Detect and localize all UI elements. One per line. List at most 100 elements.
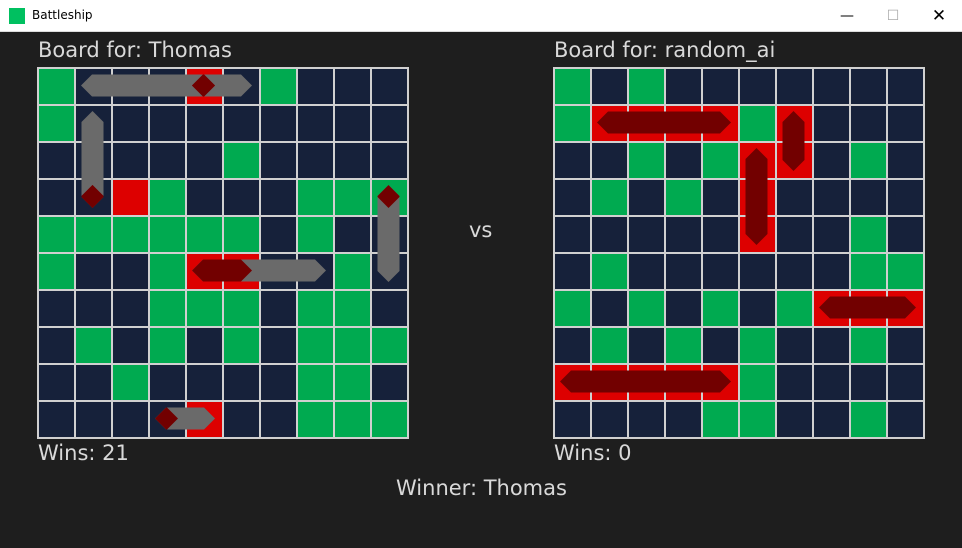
right-cell-9-8[interactable]: [849, 400, 886, 437]
right-cell-9-5[interactable]: [738, 400, 775, 437]
right-cell-0-9[interactable]: [886, 67, 923, 104]
right-cell-3-8[interactable]: [849, 178, 886, 215]
left-cell-0-9[interactable]: [370, 67, 407, 104]
right-cell-0-1[interactable]: [590, 67, 627, 104]
left-cell-6-5[interactable]: [222, 289, 259, 326]
left-cell-4-0[interactable]: [37, 215, 74, 252]
right-cell-4-1[interactable]: [590, 215, 627, 252]
right-cell-5-6[interactable]: [775, 252, 812, 289]
left-cell-5-8[interactable]: [333, 252, 370, 289]
right-cell-4-8[interactable]: [849, 215, 886, 252]
right-cell-1-8[interactable]: [849, 104, 886, 141]
right-cell-5-4[interactable]: [701, 252, 738, 289]
right-cell-6-3[interactable]: [664, 289, 701, 326]
left-cell-8-6[interactable]: [259, 363, 296, 400]
right-cell-5-0[interactable]: [553, 252, 590, 289]
right-cell-1-7[interactable]: [812, 104, 849, 141]
right-cell-3-7[interactable]: [812, 178, 849, 215]
right-cell-0-2[interactable]: [627, 67, 664, 104]
left-cell-8-9[interactable]: [370, 363, 407, 400]
left-cell-6-9[interactable]: [370, 289, 407, 326]
left-cell-4-6[interactable]: [259, 215, 296, 252]
right-cell-0-0[interactable]: [553, 67, 590, 104]
left-cell-0-7[interactable]: [296, 67, 333, 104]
left-cell-0-0[interactable]: [37, 67, 74, 104]
right-cell-8-9[interactable]: [886, 363, 923, 400]
right-cell-2-3[interactable]: [664, 141, 701, 178]
right-cell-9-0[interactable]: [553, 400, 590, 437]
right-cell-2-0[interactable]: [553, 141, 590, 178]
left-cell-8-8[interactable]: [333, 363, 370, 400]
left-cell-3-2[interactable]: [111, 178, 148, 215]
right-cell-3-4[interactable]: [701, 178, 738, 215]
right-cell-3-2[interactable]: [627, 178, 664, 215]
right-cell-9-3[interactable]: [664, 400, 701, 437]
right-cell-2-8[interactable]: [849, 141, 886, 178]
right-cell-9-4[interactable]: [701, 400, 738, 437]
left-cell-4-8[interactable]: [333, 215, 370, 252]
right-cell-9-9[interactable]: [886, 400, 923, 437]
right-cell-7-2[interactable]: [627, 326, 664, 363]
left-cell-7-0[interactable]: [37, 326, 74, 363]
right-cell-0-5[interactable]: [738, 67, 775, 104]
left-cell-4-2[interactable]: [111, 215, 148, 252]
left-cell-8-4[interactable]: [185, 363, 222, 400]
left-cell-0-8[interactable]: [333, 67, 370, 104]
right-cell-8-7[interactable]: [812, 363, 849, 400]
right-cell-7-5[interactable]: [738, 326, 775, 363]
right-cell-2-4[interactable]: [701, 141, 738, 178]
left-cell-9-8[interactable]: [333, 400, 370, 437]
left-cell-9-0[interactable]: [37, 400, 74, 437]
right-cell-6-2[interactable]: [627, 289, 664, 326]
left-cell-3-0[interactable]: [37, 178, 74, 215]
left-cell-6-4[interactable]: [185, 289, 222, 326]
right-cell-6-5[interactable]: [738, 289, 775, 326]
right-cell-9-1[interactable]: [590, 400, 627, 437]
left-cell-7-7[interactable]: [296, 326, 333, 363]
right-cell-0-8[interactable]: [849, 67, 886, 104]
left-cell-7-5[interactable]: [222, 326, 259, 363]
left-cell-9-6[interactable]: [259, 400, 296, 437]
right-cell-9-7[interactable]: [812, 400, 849, 437]
right-cell-5-2[interactable]: [627, 252, 664, 289]
left-board[interactable]: [37, 67, 409, 439]
left-cell-6-1[interactable]: [74, 289, 111, 326]
left-cell-4-1[interactable]: [74, 215, 111, 252]
left-cell-5-1[interactable]: [74, 252, 111, 289]
right-cell-2-1[interactable]: [590, 141, 627, 178]
left-cell-7-3[interactable]: [148, 326, 185, 363]
left-cell-2-3[interactable]: [148, 141, 185, 178]
left-cell-1-9[interactable]: [370, 104, 407, 141]
right-cell-5-3[interactable]: [664, 252, 701, 289]
right-cell-7-1[interactable]: [590, 326, 627, 363]
right-cell-1-9[interactable]: [886, 104, 923, 141]
left-cell-4-3[interactable]: [148, 215, 185, 252]
maximize-button[interactable]: ☐: [870, 0, 916, 31]
right-cell-1-5[interactable]: [738, 104, 775, 141]
left-cell-7-8[interactable]: [333, 326, 370, 363]
left-cell-6-3[interactable]: [148, 289, 185, 326]
right-cell-3-9[interactable]: [886, 178, 923, 215]
left-cell-9-1[interactable]: [74, 400, 111, 437]
left-cell-8-3[interactable]: [148, 363, 185, 400]
left-cell-7-4[interactable]: [185, 326, 222, 363]
left-cell-8-5[interactable]: [222, 363, 259, 400]
right-cell-0-3[interactable]: [664, 67, 701, 104]
right-cell-4-3[interactable]: [664, 215, 701, 252]
right-cell-3-3[interactable]: [664, 178, 701, 215]
right-cell-6-1[interactable]: [590, 289, 627, 326]
right-cell-4-0[interactable]: [553, 215, 590, 252]
right-cell-5-5[interactable]: [738, 252, 775, 289]
left-cell-2-6[interactable]: [259, 141, 296, 178]
right-cell-1-0[interactable]: [553, 104, 590, 141]
right-cell-7-6[interactable]: [775, 326, 812, 363]
right-cell-5-7[interactable]: [812, 252, 849, 289]
right-cell-3-6[interactable]: [775, 178, 812, 215]
left-cell-5-3[interactable]: [148, 252, 185, 289]
left-cell-7-9[interactable]: [370, 326, 407, 363]
left-cell-9-2[interactable]: [111, 400, 148, 437]
left-cell-8-7[interactable]: [296, 363, 333, 400]
right-cell-9-6[interactable]: [775, 400, 812, 437]
right-cell-9-2[interactable]: [627, 400, 664, 437]
left-cell-4-5[interactable]: [222, 215, 259, 252]
